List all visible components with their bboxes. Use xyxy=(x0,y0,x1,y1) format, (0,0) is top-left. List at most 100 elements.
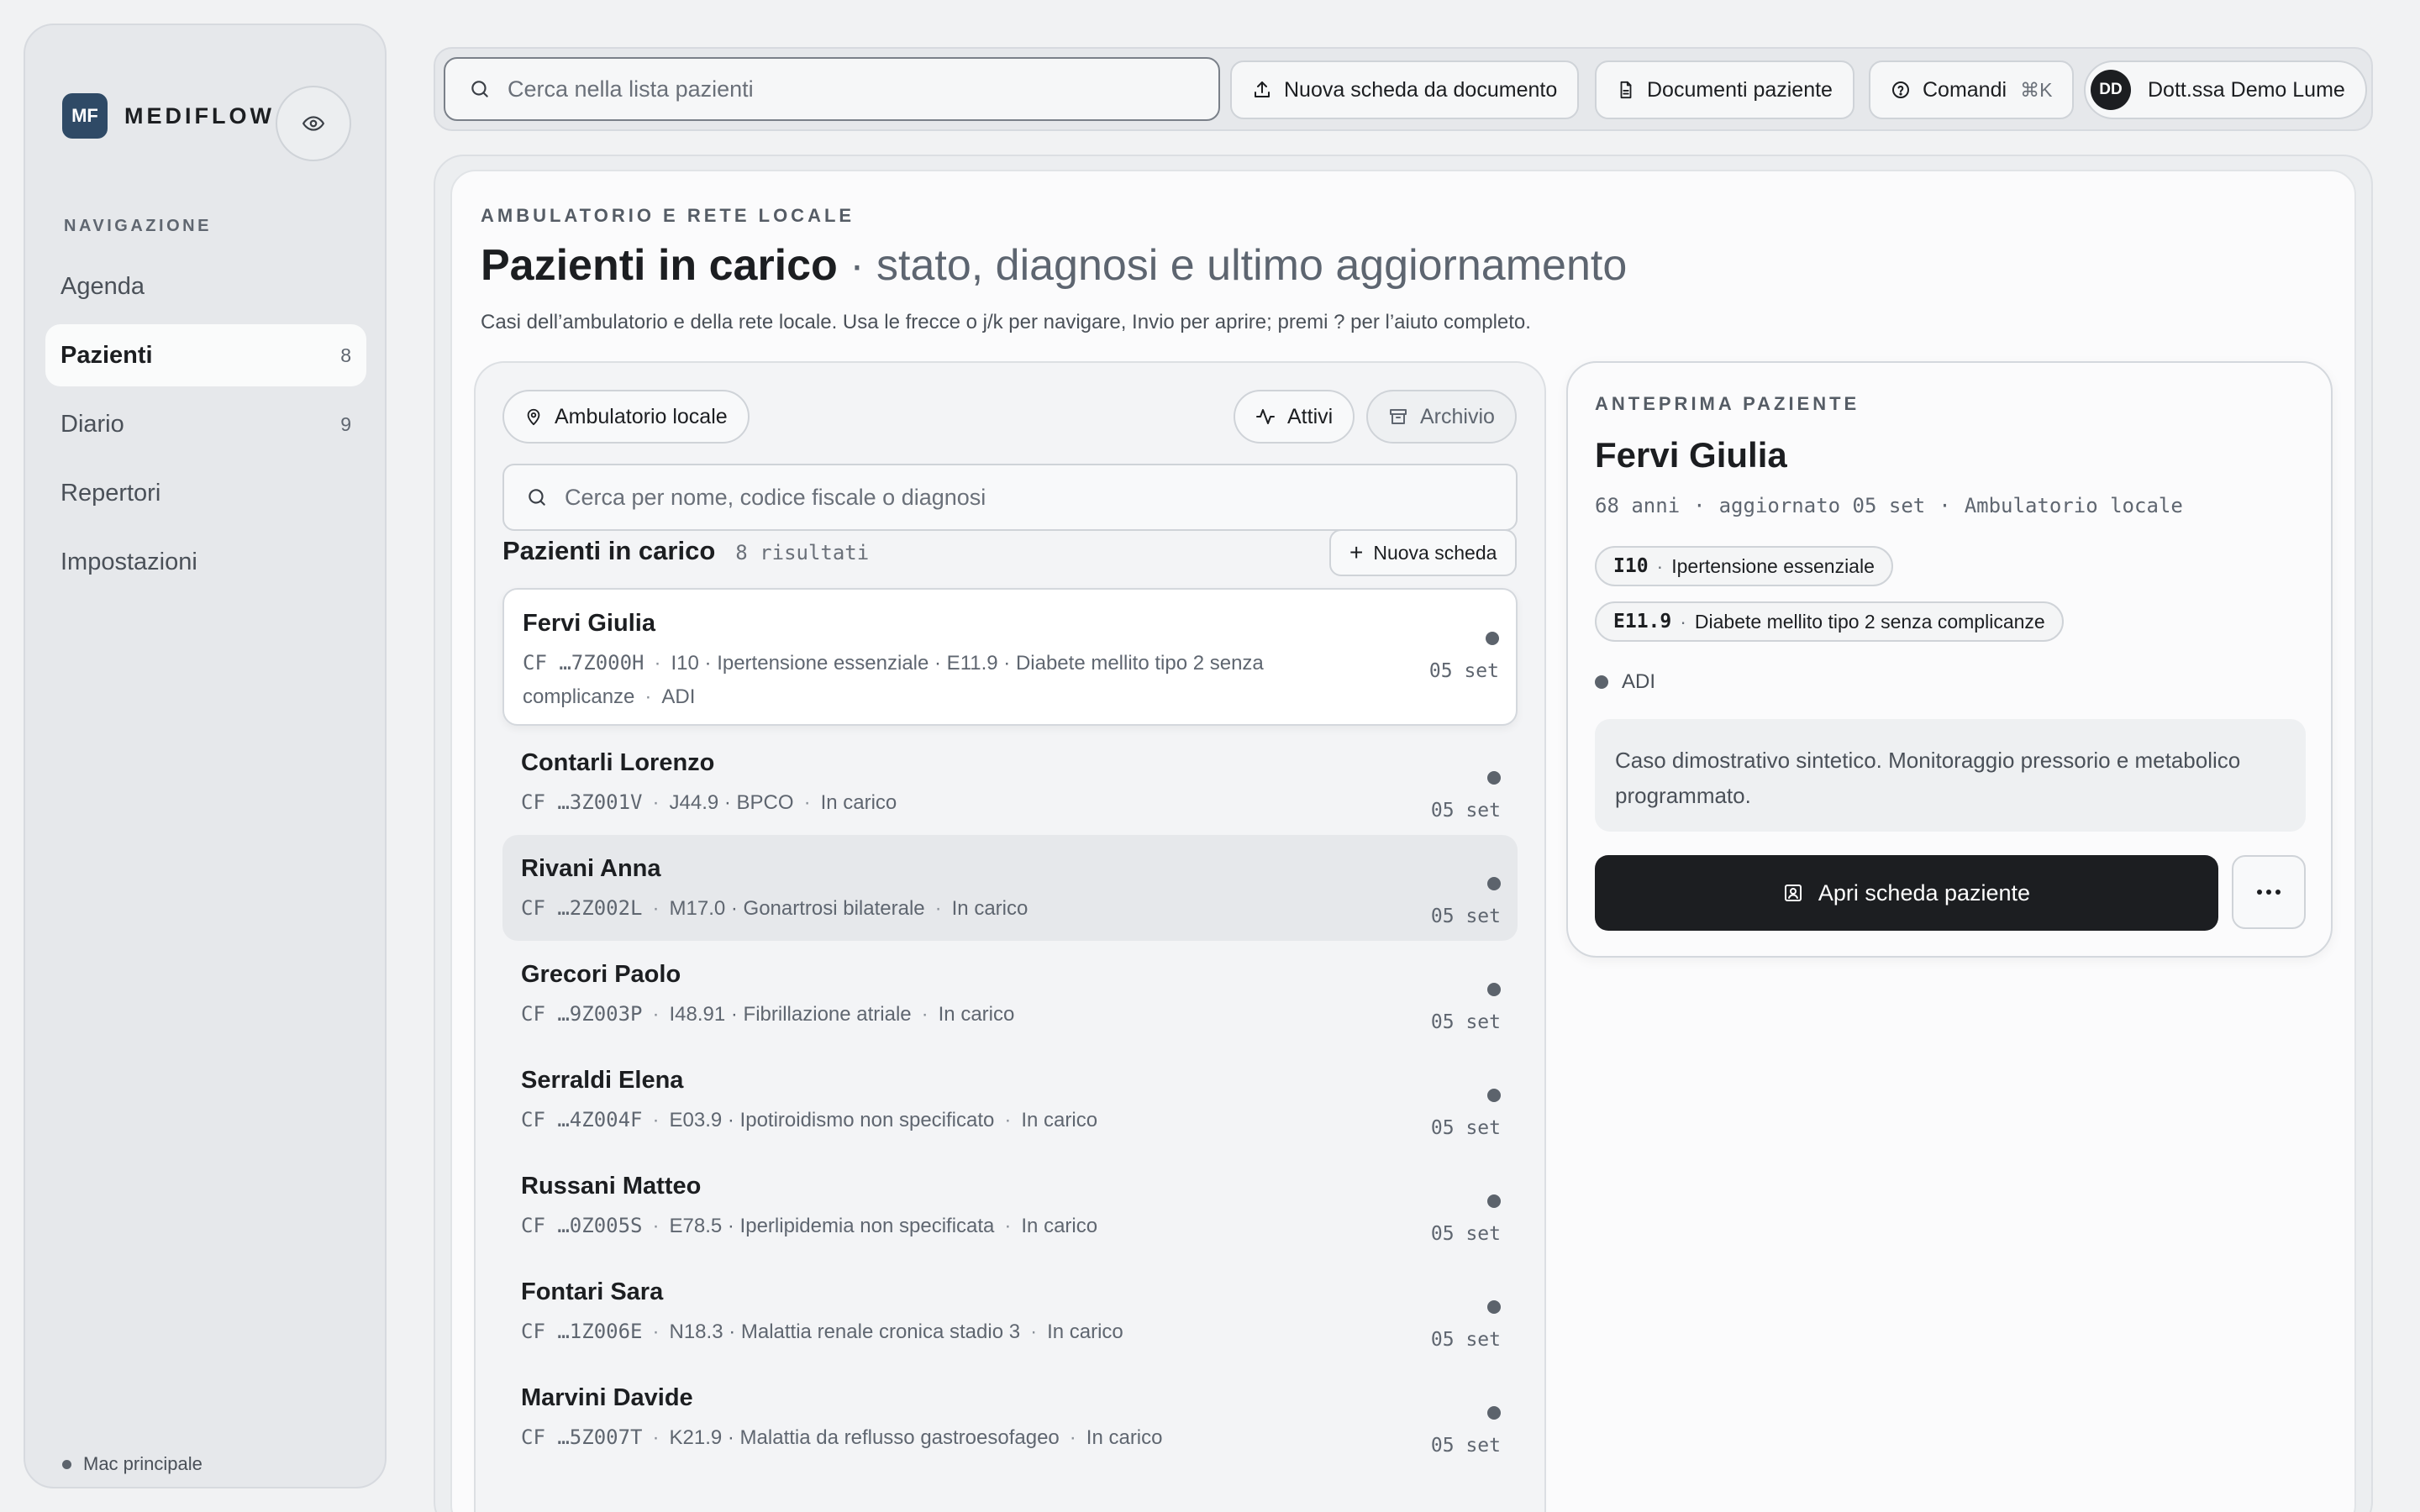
global-search-input[interactable]: Cerca nella lista pazienti xyxy=(444,57,1220,121)
patient-cf: CF …5Z007T xyxy=(521,1425,643,1449)
patient-status: In carico xyxy=(938,1003,1015,1026)
preview-age: 68 anni xyxy=(1595,494,1681,517)
list-title: Pazienti in carico xyxy=(502,536,716,565)
patient-status: In carico xyxy=(1021,1109,1098,1131)
page-eyebrow: AMBULATORIO E RETE LOCALE xyxy=(481,205,855,226)
page-description: Casi dell’ambulatorio e della rete local… xyxy=(481,311,1531,333)
avatar: DD xyxy=(2091,70,2131,110)
app-name: MEDIFLOW xyxy=(124,102,275,129)
more-actions-button[interactable] xyxy=(2232,855,2306,929)
status-dot xyxy=(1487,1406,1501,1420)
patient-updated-date: 05 set xyxy=(1430,1011,1501,1033)
eye-icon xyxy=(302,113,324,134)
commands-label: Comandi xyxy=(1923,77,2007,102)
activity-icon xyxy=(1255,407,1276,427)
patient-status: In carico xyxy=(1047,1320,1123,1343)
patient-documents-label: Documenti paziente xyxy=(1647,77,1833,102)
new-record-button[interactable]: + Nuova scheda xyxy=(1329,529,1518,576)
patient-documents-button[interactable]: Documenti paziente xyxy=(1595,60,1854,119)
diagnosis-tag[interactable]: I10 · Ipertensione essenziale xyxy=(1595,546,1893,586)
table-row[interactable]: Marvini Davide CF …5Z007T · K21.9 · Malatt… xyxy=(502,1364,1518,1470)
sidebar-item-pazienti[interactable]: Pazienti 8 xyxy=(45,324,366,386)
table-row[interactable]: Fontari Sara CF …1Z006E · N18.3 · Malattia… xyxy=(502,1258,1518,1364)
patient-updated-date: 05 set xyxy=(1430,1117,1501,1139)
page-title-main: Pazienti in carico xyxy=(481,241,838,290)
patient-name: Fontari Sara xyxy=(521,1278,664,1305)
table-row[interactable]: Contarli Lorenzo CF …3Z001V · J44.9 · BPCO… xyxy=(502,729,1518,835)
sidebar-item-diario[interactable]: Diario 9 xyxy=(45,393,366,455)
diagnosis-code: E11.9 xyxy=(1613,611,1672,633)
preview-updated: aggiornato 05 set xyxy=(1718,494,1926,517)
table-row[interactable]: Grecori Paolo CF …9Z003P · I48.91 · Fibril… xyxy=(502,941,1518,1047)
preview-patient-meta: 68 anni · aggiornato 05 set · Ambulatorio lo… xyxy=(1595,494,2183,517)
sidebar-item-label: Impostazioni xyxy=(60,548,197,575)
patient-name: Serraldi Elena xyxy=(521,1067,684,1094)
patient-meta: CF …9Z003P · I48.91 · Fibrillazione atrial… xyxy=(521,1002,1015,1026)
user-menu-button[interactable]: DD Dott.ssa Demo Lume xyxy=(2084,60,2367,119)
help-circle-icon xyxy=(1891,80,1911,100)
archive-filter-label: Archivio xyxy=(1420,404,1495,428)
table-row[interactable]: Rivani Anna CF …2Z002L · M17.0 · Gonartros… xyxy=(502,835,1518,941)
table-row[interactable]: Russani Matteo CF …0Z005S · E78.5 · Iperli… xyxy=(502,1152,1518,1258)
document-icon xyxy=(1617,80,1635,100)
patient-diagnosis: E78.5 · Iperlipidemia non specificata xyxy=(669,1215,995,1237)
sidebar-item-repertori[interactable]: Repertori xyxy=(45,462,366,524)
preview-eyebrow: ANTEPRIMA PAZIENTE xyxy=(1595,393,1860,414)
patient-diagnosis: M17.0 · Gonartrosi bilaterale xyxy=(669,897,925,920)
diagnosis-code: I10 xyxy=(1613,555,1649,577)
open-patient-record-button[interactable]: Apri scheda paziente xyxy=(1595,855,2218,931)
device-status: Mac principale xyxy=(62,1453,203,1475)
diagnosis-tag[interactable]: E11.9 · Diabete mellito tipo 2 senza compl… xyxy=(1595,601,2064,642)
patient-status: In carico xyxy=(951,897,1028,920)
patient-meta: CF …4Z004F · E03.9 · Ipotiroidismo non spe… xyxy=(521,1108,1098,1131)
topbar: Cerca nella lista pazienti Nuova scheda … xyxy=(434,47,2373,131)
patient-updated-date: 05 set xyxy=(1430,1435,1501,1457)
new-from-document-label: Nuova scheda da documento xyxy=(1284,77,1558,102)
open-patient-record-label: Apri scheda paziente xyxy=(1818,879,2031,906)
patient-updated-date: 05 set xyxy=(1430,800,1501,822)
nav-heading: NAVIGAZIONE xyxy=(64,217,212,235)
table-row[interactable]: Serraldi Elena CF …4Z004F · E03.9 · Ipotir… xyxy=(502,1047,1518,1152)
active-filter-chip[interactable]: Attivi xyxy=(1234,390,1355,444)
sidebar-item-agenda[interactable]: Agenda xyxy=(45,255,366,318)
patient-updated-date: 05 set xyxy=(1430,1329,1501,1351)
list-header: Pazienti in carico 8 risultati xyxy=(502,536,869,571)
diagnosis-label: Diabete mellito tipo 2 senza complicanze xyxy=(1694,610,2045,633)
new-from-document-button[interactable]: Nuova scheda da documento xyxy=(1230,60,1580,119)
brand[interactable]: MF MEDIFLOW xyxy=(62,77,275,155)
patient-updated-date: 05 set xyxy=(1430,1223,1501,1245)
app-logo: MF xyxy=(62,93,108,139)
status-dot xyxy=(1487,1300,1501,1314)
preview-note: Caso dimostrativo sintetico. Monitoraggi… xyxy=(1595,719,2306,832)
sidebar-item-impostazioni[interactable]: Impostazioni xyxy=(45,531,366,593)
patient-name: Rivani Anna xyxy=(521,855,661,882)
upload-icon xyxy=(1252,80,1272,100)
patient-updated-date: 05 set xyxy=(1428,660,1499,682)
sidebar-item-label: Diario xyxy=(60,410,124,438)
results-count: 8 risultati xyxy=(735,541,870,564)
patient-search-input[interactable]: Cerca per nome, codice fiscale o diagnos… xyxy=(502,464,1518,531)
status-dot xyxy=(1595,675,1608,689)
patient-cf: CF …3Z001V xyxy=(521,790,643,814)
patient-meta: CF …7Z000H · I10 · Ipertensione essenziale… xyxy=(523,651,1264,708)
privacy-toggle-button[interactable] xyxy=(276,86,351,161)
sidebar-nav: Agenda Pazienti 8 Diario 9 Repertori Imp… xyxy=(45,255,366,600)
active-filter-label: Attivi xyxy=(1287,404,1334,428)
commands-button[interactable]: Comandi ⌘K xyxy=(1869,60,2075,119)
status-dot xyxy=(1487,771,1501,785)
patient-name: Russani Matteo xyxy=(521,1173,702,1200)
user-name: Dott.ssa Demo Lume xyxy=(2148,77,2345,102)
status-dot xyxy=(1487,1194,1501,1208)
sidebar-item-count: 9 xyxy=(340,412,351,435)
patient-status: In carico xyxy=(1021,1215,1098,1237)
table-row[interactable]: Fervi Giulia CF …7Z000H · I10 · Ipertensio… xyxy=(502,588,1518,726)
archive-filter-chip[interactable]: Archivio xyxy=(1366,390,1517,444)
patient-meta: CF …2Z002L · M17.0 · Gonartrosi bilaterale… xyxy=(521,896,1028,920)
patient-updated-date: 05 set xyxy=(1430,906,1501,927)
patient-search-placeholder: Cerca per nome, codice fiscale o diagnos… xyxy=(565,484,986,510)
patient-meta: CF …5Z007T · K21.9 · Malattia da reflusso … xyxy=(521,1425,1163,1449)
global-search-placeholder: Cerca nella lista pazienti xyxy=(508,76,754,102)
location-filter-chip[interactable]: Ambulatorio locale xyxy=(502,390,750,444)
patient-cf: CF …9Z003P xyxy=(521,1002,643,1026)
commands-shortcut: ⌘K xyxy=(2020,78,2053,101)
